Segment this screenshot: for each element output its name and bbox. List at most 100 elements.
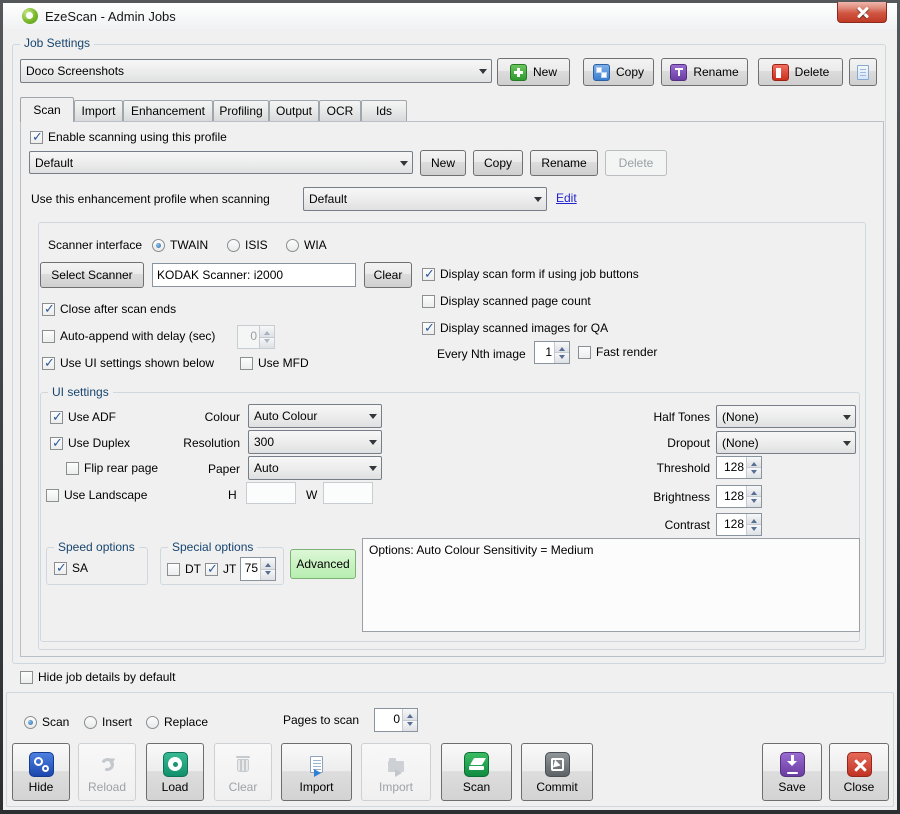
jt-spinner[interactable]: 75 [240, 557, 276, 581]
select-scanner-button[interactable]: Select Scanner [40, 262, 144, 288]
spinner-arrows[interactable] [746, 457, 761, 478]
hide-job-details-checkbox[interactable]: Hide job details by default [20, 670, 175, 684]
contrast-spinner[interactable]: 128 [716, 513, 762, 536]
import-button[interactable]: Import [281, 743, 352, 801]
brightness-spinner[interactable]: 128 [716, 485, 762, 508]
options-textbox[interactable]: Options: Auto Colour Sensitivity = Mediu… [362, 538, 860, 632]
new-job-button[interactable]: New [497, 58, 570, 86]
scan-profile-combobox[interactable]: Default [29, 151, 413, 174]
delete-job-button[interactable]: Delete [758, 58, 843, 86]
tab-import[interactable]: Import [74, 100, 123, 121]
load-button[interactable]: Load [146, 743, 204, 801]
resolution-combobox[interactable]: 300 [248, 430, 382, 454]
spinner-arrows[interactable] [554, 342, 569, 363]
dropdown-arrow-icon[interactable] [395, 152, 412, 173]
tab-profiling[interactable]: Profiling [213, 100, 269, 121]
close-after-scan-checkbox[interactable]: Close after scan ends [42, 302, 176, 316]
dropdown-arrow-icon[interactable] [364, 431, 381, 453]
dropdown-arrow-icon[interactable] [529, 188, 546, 210]
dropdown-arrow-icon[interactable] [838, 432, 855, 453]
hide-button[interactable]: Hide [12, 743, 70, 801]
tab-ids[interactable]: Ids [361, 100, 407, 121]
fast-render-checkbox[interactable]: Fast render [578, 345, 657, 359]
display-qa-checkbox[interactable]: Display scanned images for QA [422, 321, 608, 335]
dropdown-arrow-icon[interactable] [364, 405, 381, 427]
tab-enhancement[interactable]: Enhancement [123, 100, 213, 121]
hide-button-label: Hide [29, 780, 54, 794]
reload-icon [101, 751, 114, 778]
radio-circle [84, 716, 97, 729]
sa-checkbox[interactable]: SA [54, 561, 88, 575]
delete-profile-button[interactable]: Delete [605, 150, 667, 176]
dropout-combobox[interactable]: (None) [716, 431, 856, 454]
tab-profiling-label: Profiling [219, 104, 262, 118]
use-landscape-checkbox[interactable]: Use Landscape [46, 488, 147, 502]
mode-scan-radio[interactable]: Scan [24, 715, 69, 729]
width-field[interactable] [323, 482, 373, 504]
dt-checkbox[interactable]: DT [167, 562, 201, 576]
spinner-arrows[interactable] [746, 486, 761, 507]
auto-append-checkbox[interactable]: Auto-append with delay (sec) [42, 329, 215, 343]
tab-output-label: Output [276, 104, 312, 118]
save-button[interactable]: Save [762, 743, 822, 801]
height-field[interactable] [246, 482, 296, 504]
pages-to-scan-spinner[interactable]: 0 [374, 708, 418, 732]
use-duplex-label: Use Duplex [68, 436, 130, 450]
dropdown-arrow-icon[interactable] [474, 60, 491, 82]
paper-combobox[interactable]: Auto [248, 456, 382, 480]
import-folder-button[interactable]: Import [361, 743, 431, 801]
commit-button[interactable]: Commit [521, 743, 593, 801]
advanced-button[interactable]: Advanced [290, 549, 356, 579]
enable-scanning-checkbox[interactable]: Enable scanning using this profile [30, 130, 227, 144]
resolution-label: Resolution [160, 436, 240, 450]
use-ui-settings-checkbox[interactable]: Use UI settings shown below [42, 356, 214, 370]
spinner-arrows[interactable] [259, 326, 274, 348]
new-profile-button[interactable]: New [420, 150, 466, 176]
tab-scan[interactable]: Scan [20, 97, 74, 122]
every-nth-spinner[interactable]: 1 [534, 341, 570, 364]
use-mfd-checkbox[interactable]: Use MFD [240, 356, 309, 370]
enhancement-profile-combobox[interactable]: Default [303, 187, 547, 211]
use-adf-checkbox[interactable]: Use ADF [50, 410, 116, 424]
dropdown-arrow-icon[interactable] [364, 457, 381, 479]
colour-combobox[interactable]: Auto Colour [248, 404, 382, 428]
mode-replace-radio[interactable]: Replace [146, 715, 208, 729]
scanner-name-field[interactable]: KODAK Scanner: i2000 [152, 263, 356, 287]
close-window-button[interactable] [837, 2, 887, 23]
radio-circle [286, 239, 299, 252]
copy-profile-button[interactable]: Copy [473, 150, 523, 176]
half-tones-combobox[interactable]: (None) [716, 405, 856, 428]
use-duplex-checkbox[interactable]: Use Duplex [50, 436, 130, 450]
auto-append-delay-spinner[interactable]: 0 [237, 325, 275, 349]
tab-ocr[interactable]: OCR [319, 100, 361, 121]
threshold-spinner[interactable]: 128 [716, 456, 762, 479]
checkbox-box [422, 295, 435, 308]
scan-button[interactable]: Scan [441, 743, 512, 801]
spinner-arrows[interactable] [260, 558, 275, 580]
clear-scanner-button[interactable]: Clear [364, 262, 412, 288]
tab-output[interactable]: Output [269, 100, 319, 121]
spinner-arrows[interactable] [746, 514, 761, 535]
copy-job-button[interactable]: Copy [583, 58, 654, 86]
display-page-count-checkbox[interactable]: Display scanned page count [422, 294, 591, 308]
jt-value: 75 [241, 558, 260, 580]
edit-enhancement-link[interactable]: Edit [556, 191, 577, 205]
isis-radio[interactable]: ISIS [227, 238, 268, 252]
twain-radio[interactable]: TWAIN [152, 238, 208, 252]
job-notes-button[interactable] [849, 58, 877, 86]
rename-job-button[interactable]: Rename [661, 58, 748, 86]
jt-checkbox[interactable]: JT [205, 562, 236, 576]
mode-insert-radio[interactable]: Insert [84, 715, 132, 729]
rename-profile-button[interactable]: Rename [530, 150, 598, 176]
wia-radio[interactable]: WIA [286, 238, 327, 252]
clear-button[interactable]: Clear [214, 743, 272, 801]
spinner-arrows[interactable] [402, 709, 417, 731]
dropdown-arrow-icon[interactable] [838, 406, 855, 427]
checkbox-box [20, 671, 33, 684]
reload-button[interactable]: Reload [78, 743, 136, 801]
checkbox-box [240, 357, 253, 370]
close-button[interactable]: Close [829, 743, 889, 801]
display-scan-form-checkbox[interactable]: Display scan form if using job buttons [422, 267, 639, 281]
flip-rear-page-checkbox[interactable]: Flip rear page [66, 461, 158, 475]
job-combobox[interactable]: Doco Screenshots [20, 59, 492, 83]
